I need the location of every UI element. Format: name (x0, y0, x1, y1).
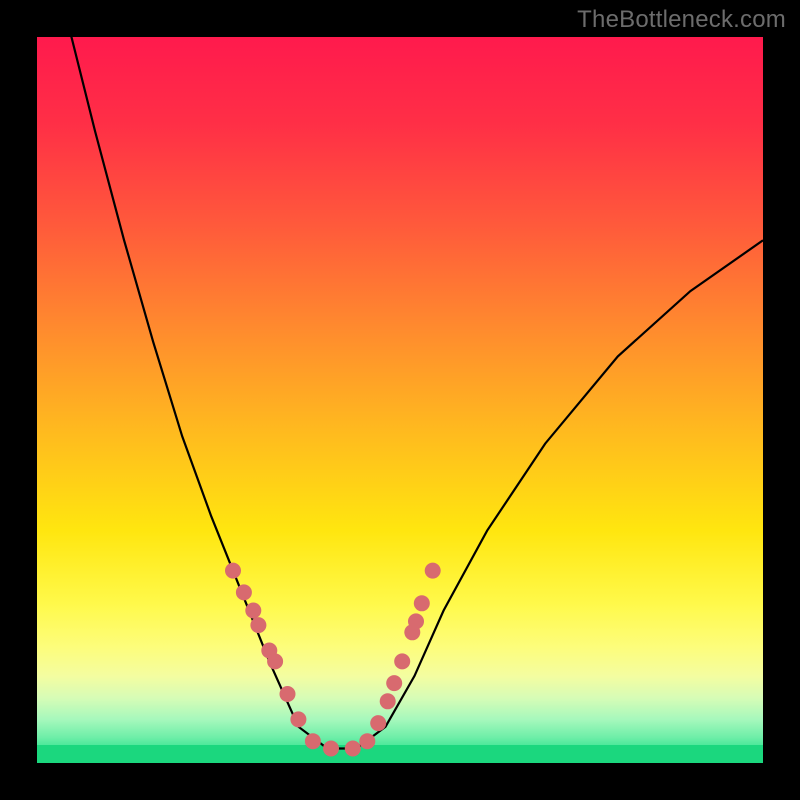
data-point (394, 653, 410, 669)
bottleneck-curve (37, 37, 763, 749)
data-point (345, 741, 361, 757)
curve-path (37, 37, 763, 749)
data-point (267, 653, 283, 669)
data-point (380, 693, 396, 709)
data-point (414, 595, 430, 611)
data-point (359, 733, 375, 749)
data-point (280, 686, 296, 702)
data-point (236, 584, 252, 600)
data-point (305, 733, 321, 749)
data-point (225, 563, 241, 579)
data-point (370, 715, 386, 731)
plot-area (37, 37, 763, 763)
chart-svg (37, 37, 763, 763)
data-point (245, 603, 261, 619)
data-point (250, 617, 266, 633)
chart-frame: TheBottleneck.com (0, 0, 800, 800)
data-point (290, 711, 306, 727)
data-point (323, 741, 339, 757)
data-point (425, 563, 441, 579)
data-point (408, 613, 424, 629)
highlighted-points (225, 563, 441, 757)
watermark-text: TheBottleneck.com (577, 6, 786, 34)
data-point (386, 675, 402, 691)
